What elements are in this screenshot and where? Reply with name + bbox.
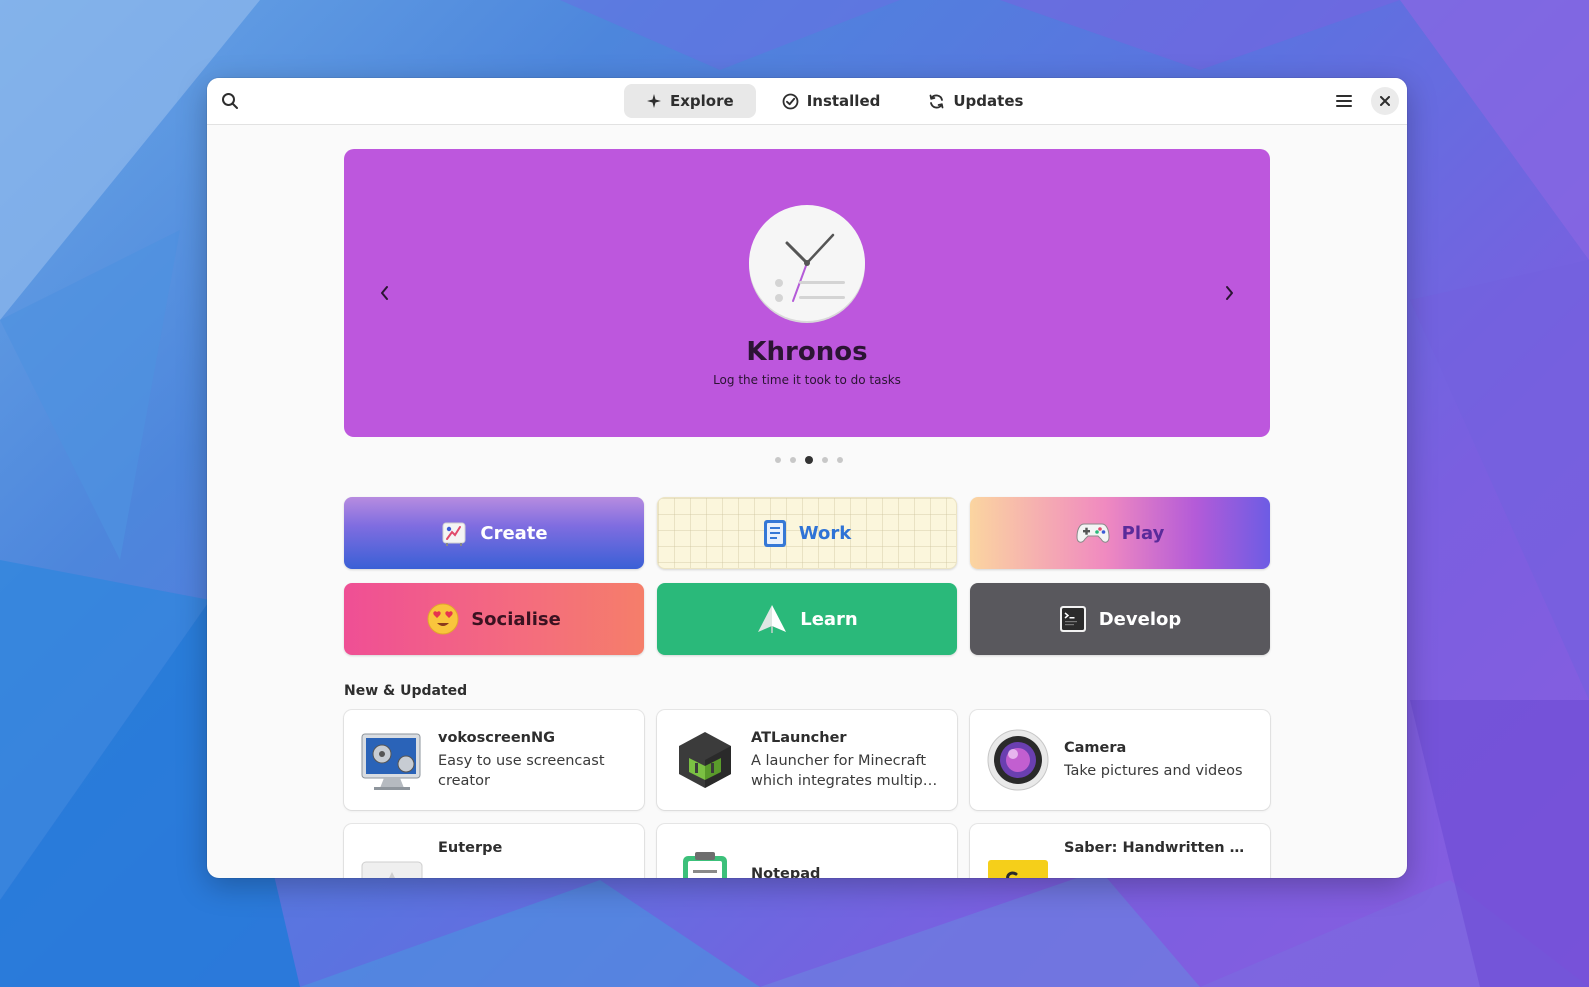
search-icon <box>222 93 238 109</box>
featured-app-title: Khronos <box>746 337 868 367</box>
category-create[interactable]: Create <box>344 497 644 569</box>
notepad-icon <box>673 842 737 878</box>
saber-notes-icon <box>986 852 1050 878</box>
tab-updates[interactable]: Updates <box>906 84 1045 118</box>
hamburger-menu-icon <box>1336 95 1352 107</box>
terminal-icon <box>1059 606 1086 632</box>
header-bar: Explore Installed Updates <box>207 78 1407 125</box>
app-tile-atlauncher[interactable]: ATLauncher A launcher for Minecraft whic… <box>657 710 957 810</box>
app-name: Camera <box>1064 739 1127 756</box>
carousel-indicator <box>775 456 843 464</box>
featured-app-summary: Log the time it took to do tasks <box>713 373 901 387</box>
carousel-dot[interactable] <box>822 457 828 463</box>
carousel-dot[interactable] <box>790 457 796 463</box>
category-learn[interactable]: Learn <box>657 583 957 655</box>
clipboard-icon <box>763 520 786 547</box>
category-work[interactable]: Work <box>657 497 957 569</box>
chevron-right-icon <box>1226 286 1233 300</box>
app-name: Saber: Handwritten Notes <box>1064 840 1254 856</box>
tab-label: Updates <box>953 92 1024 110</box>
tab-installed[interactable]: Installed <box>760 84 903 118</box>
paper-plane-icon <box>758 605 787 633</box>
carousel-dot[interactable] <box>775 457 781 463</box>
app-name: Euterpe <box>438 840 503 856</box>
easel-icon <box>442 522 466 546</box>
main-menu-button[interactable] <box>1327 84 1361 118</box>
app-name: ATLauncher <box>751 729 847 746</box>
close-icon <box>1380 96 1390 106</box>
refresh-icon <box>929 94 944 108</box>
category-label: Work <box>798 522 852 544</box>
app-name: Notepad <box>751 866 821 878</box>
close-window-button[interactable] <box>1371 87 1399 115</box>
category-play[interactable]: Play <box>970 497 1270 569</box>
app-tile-euterpe[interactable]: Euterpe <box>344 824 644 878</box>
carousel-previous-button[interactable] <box>365 273 405 313</box>
app-description: A launcher for Minecraft which integrate… <box>751 752 936 789</box>
heart-eyes-emoji-icon <box>427 603 459 635</box>
category-label: Play <box>1121 522 1165 544</box>
app-tile-vokoscreenng[interactable]: vokoscreenNG Easy to use screencast crea… <box>344 710 644 810</box>
check-circle-icon <box>782 93 799 109</box>
search-button[interactable] <box>213 84 247 118</box>
app-tile-saber[interactable]: Saber: Handwritten Notes <box>970 824 1270 878</box>
app-description: Easy to use screencast creator <box>438 752 605 789</box>
sparkle-icon <box>647 94 661 108</box>
camera-lens-icon <box>986 728 1050 792</box>
category-develop[interactable]: Develop <box>970 583 1270 655</box>
carousel-dot-active[interactable] <box>805 456 813 464</box>
carousel-dot[interactable] <box>837 457 843 463</box>
cube-logo-icon <box>673 728 737 792</box>
explore-page: Khronos Log the time it took to do tasks… <box>207 125 1407 878</box>
category-label: Create <box>480 522 548 544</box>
monitor-film-icon <box>360 728 424 792</box>
music-player-icon <box>360 852 424 878</box>
tab-label: Explore <box>670 92 734 110</box>
new-updated-app-grid: vokoscreenNG Easy to use screencast crea… <box>344 710 1270 878</box>
chevron-left-icon <box>381 286 388 300</box>
app-name: vokoscreenNG <box>438 729 556 746</box>
khronos-app-icon <box>747 203 867 323</box>
featured-carousel[interactable]: Khronos Log the time it took to do tasks <box>344 149 1270 437</box>
view-switcher: Explore Installed Updates <box>624 84 1045 118</box>
category-label: Learn <box>800 608 858 630</box>
tab-label: Installed <box>806 92 881 110</box>
category-label: Develop <box>1098 608 1182 630</box>
app-tile-notepad[interactable]: Notepad <box>657 824 957 878</box>
software-window: Explore Installed Updates Khronos Log th… <box>207 78 1407 878</box>
app-tile-camera[interactable]: Camera Take pictures and videos <box>970 710 1270 810</box>
category-grid: Create Work Play Socialise Learn Develop <box>344 497 1270 655</box>
carousel-next-button[interactable] <box>1209 273 1249 313</box>
category-socialise[interactable]: Socialise <box>344 583 644 655</box>
category-label: Socialise <box>471 608 561 630</box>
gamepad-icon <box>1076 523 1110 543</box>
new-updated-heading: New & Updated <box>344 683 468 699</box>
app-description: Take pictures and videos <box>1064 762 1243 779</box>
tab-explore[interactable]: Explore <box>624 84 756 118</box>
